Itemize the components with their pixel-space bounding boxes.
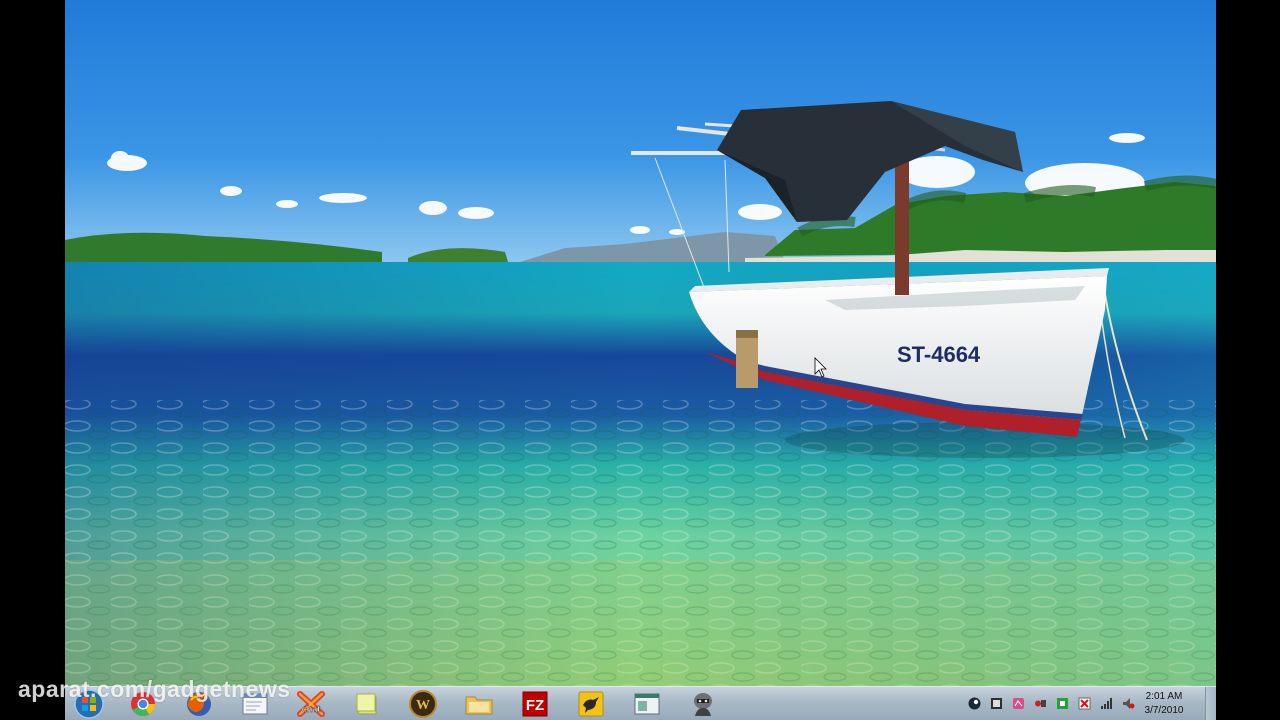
volume-icon[interactable] bbox=[1122, 697, 1135, 710]
desktop-screen: ST-4664 chat W FZ 2:01 AM 3/7/2010 bbox=[65, 0, 1216, 720]
taskbar-warcraft-button[interactable]: W bbox=[403, 689, 443, 719]
boat-registration-text: ST-4664 bbox=[897, 342, 981, 367]
svg-text:W: W bbox=[416, 698, 430, 713]
network-icon[interactable] bbox=[1100, 697, 1113, 710]
tray-app-icon[interactable] bbox=[990, 697, 1003, 710]
show-desktop-button[interactable] bbox=[1205, 687, 1216, 720]
robot-icon bbox=[694, 693, 712, 716]
taskbar-program-window-button[interactable] bbox=[627, 689, 667, 719]
desktop-wallpaper: ST-4664 bbox=[65, 0, 1216, 686]
warcraft-icon: W bbox=[409, 690, 437, 718]
taskbar-robot-app-button[interactable] bbox=[683, 689, 723, 719]
clock-time: 2:01 AM bbox=[1145, 691, 1183, 702]
svg-text:chat: chat bbox=[302, 704, 321, 714]
tray-app-icon[interactable] bbox=[1012, 697, 1025, 710]
flag-icon[interactable] bbox=[1078, 697, 1091, 710]
taskbar-explorer-button[interactable] bbox=[459, 689, 499, 719]
clock-date: 3/7/2010 bbox=[1144, 705, 1184, 716]
bird-icon bbox=[578, 691, 604, 717]
window-icon bbox=[634, 693, 660, 715]
filezilla-icon: FZ bbox=[522, 691, 548, 717]
folder-icon bbox=[465, 696, 493, 715]
taskbar-xchat-button[interactable]: chat bbox=[291, 689, 331, 719]
svg-text:FZ: FZ bbox=[526, 697, 544, 714]
taskbar-bird-app-button[interactable] bbox=[571, 689, 611, 719]
watermark-text: aparat.com/gadgetnews bbox=[18, 676, 291, 702]
system-clock[interactable]: 2:01 AM 3/7/2010 bbox=[1138, 690, 1190, 718]
tray-app-icon[interactable] bbox=[1056, 697, 1069, 710]
taskbar-filezilla-button[interactable]: FZ bbox=[515, 689, 555, 719]
steam-icon[interactable] bbox=[968, 697, 981, 710]
xchat-icon: chat bbox=[297, 691, 325, 717]
tray-app-icon[interactable] bbox=[1034, 697, 1047, 710]
taskbar-sticky-notes-button[interactable] bbox=[347, 689, 387, 719]
sticky-notes-icon bbox=[356, 693, 377, 715]
system-tray: 2:01 AM 3/7/2010 bbox=[966, 687, 1216, 720]
